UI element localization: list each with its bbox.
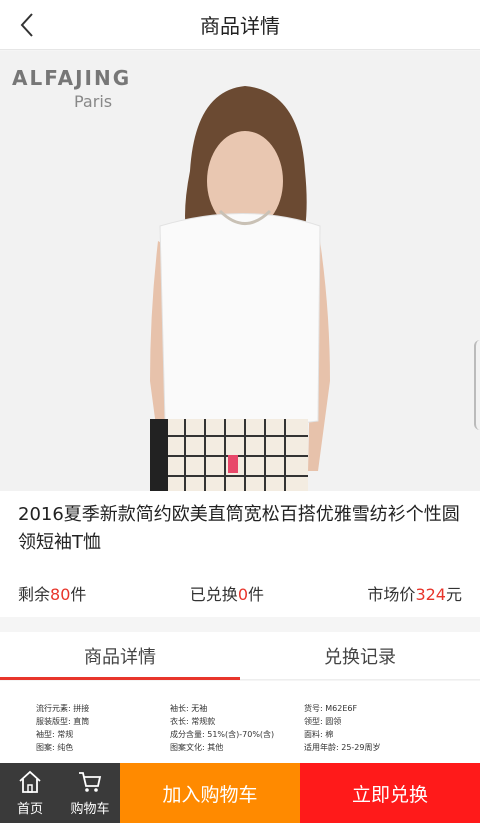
- market-price-value: 324: [415, 585, 446, 604]
- product-info: 2016夏季新款简约欧美直筒宽松百搭优雅雪纺衫个性圆领短袖T恤 剩余80件 已兑…: [0, 491, 480, 617]
- cart-icon: [79, 772, 102, 792]
- scroll-indicator[interactable]: [474, 340, 480, 430]
- product-stats: 剩余80件 已兑换0件 市场价324元: [18, 581, 462, 605]
- product-image: ALFAJING Paris: [0, 51, 480, 491]
- redeemed-label: 已兑换: [189, 585, 238, 604]
- app-header: 商品详情: [0, 0, 480, 50]
- model-photo: [0, 51, 480, 491]
- nav-home[interactable]: 首页: [0, 763, 60, 823]
- page-title: 商品详情: [200, 14, 280, 38]
- spec-item: 面料: 棉: [304, 730, 334, 739]
- tab-redemption-records[interactable]: 兑换记录: [240, 632, 480, 679]
- spec-item: 适用年龄: 25-29周岁: [304, 743, 381, 752]
- remaining-count: 80: [50, 585, 71, 604]
- remaining-label: 剩余: [18, 585, 51, 604]
- spec-item: 服装版型: 直筒: [36, 717, 90, 726]
- spec-item: 图案: 纯色: [36, 743, 74, 752]
- spec-item: 袖长: 无袖: [170, 704, 208, 713]
- nav-cart-label: 购物车: [70, 802, 110, 817]
- spec-item: 货号: M62E6F: [304, 704, 358, 713]
- add-to-cart-button[interactable]: 加入购物车: [120, 763, 300, 823]
- market-price-label: 市场价: [367, 585, 416, 604]
- redeemed-value: 0: [237, 585, 248, 604]
- detail-tabs: 商品详情 兑换记录: [0, 632, 480, 680]
- redeemed-count: 已兑换0件: [190, 581, 264, 605]
- spec-item: 图案文化: 其他: [170, 743, 224, 752]
- redeem-now-button[interactable]: 立即兑换: [300, 763, 480, 823]
- remaining-stock: 剩余80件: [18, 581, 86, 605]
- market-price: 市场价324元: [367, 581, 462, 605]
- nav-home-label: 首页: [16, 802, 43, 817]
- redeemed-unit: 件: [248, 585, 265, 604]
- svg-text:ALFAJING: ALFAJING: [12, 66, 131, 90]
- back-chevron-icon[interactable]: [14, 10, 44, 40]
- remaining-unit: 件: [70, 585, 87, 604]
- svg-text:Paris: Paris: [74, 92, 112, 111]
- brand-logo: ALFAJING Paris: [12, 66, 131, 111]
- product-title: 2016夏季新款简约欧美直筒宽松百搭优雅雪纺衫个性圆领短袖T恤: [18, 504, 460, 553]
- bottom-action-bar: 首页 购物车 加入购物车 立即兑换: [0, 763, 480, 823]
- spec-item: 成分含量: 51%(含)-70%(含): [170, 730, 275, 739]
- nav-cart[interactable]: 购物车: [60, 763, 120, 823]
- home-icon: [19, 770, 41, 793]
- spec-item: 袖型: 常规: [36, 730, 74, 739]
- market-price-unit: 元: [445, 585, 462, 604]
- spec-grid: 流行元素: 拼接 袖长: 无袖 货号: M62E6F 服装版型: 直筒 衣长: …: [36, 703, 456, 753]
- spec-item: 衣长: 常规款: [170, 717, 216, 726]
- tab-product-details[interactable]: 商品详情: [0, 632, 240, 680]
- spec-item: 流行元素: 拼接: [36, 704, 90, 713]
- spec-item: 领型: 圆领: [304, 717, 342, 726]
- spec-table: 流行元素: 拼接 袖长: 无袖 货号: M62E6F 服装版型: 直筒 衣长: …: [0, 681, 480, 763]
